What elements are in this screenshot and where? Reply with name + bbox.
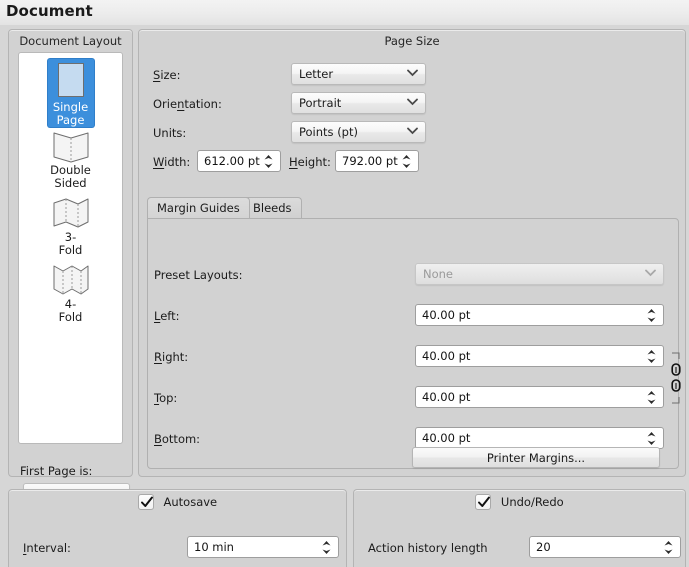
orientation-label: Orientation: <box>153 97 222 111</box>
action-history-length-label: Action history length <box>368 541 488 555</box>
action-history-length-value: 20 <box>536 540 551 554</box>
spinner-arrows-icon[interactable] <box>401 154 412 169</box>
page-title: Document <box>6 2 93 20</box>
chain-link-icon[interactable] <box>668 347 684 409</box>
interval-value: 10 min <box>194 540 234 554</box>
size-select[interactable]: Letter <box>291 63 426 85</box>
autosave-group: Autosave Interval: 10 min <box>8 489 347 567</box>
autosave-label: Autosave <box>164 495 218 509</box>
height-value: 792.00 pt <box>342 154 398 168</box>
spinner-arrows-icon[interactable] <box>663 540 674 555</box>
chevron-down-icon <box>407 98 418 106</box>
margin-top-value: 40.00 pt <box>422 390 470 404</box>
interval-label: Interval: <box>23 541 71 555</box>
check-icon <box>477 495 491 509</box>
undo-redo-label: Undo/Redo <box>501 495 564 509</box>
titlebar: Document <box>0 0 689 25</box>
chevron-down-icon <box>407 69 418 77</box>
layout-item-label: Single Page <box>48 101 94 127</box>
document-layout-list[interactable]: Single Page Double Sided <box>18 52 123 444</box>
four-fold-icon <box>48 263 94 297</box>
page-size-group-title: Page Size <box>139 34 685 48</box>
preset-layouts-select[interactable]: None <box>415 263 664 285</box>
check-icon <box>140 495 154 509</box>
width-value: 612.00 pt <box>204 154 260 168</box>
height-input[interactable]: 792.00 pt <box>335 150 419 172</box>
spinner-arrows-icon[interactable] <box>646 431 657 446</box>
width-label: Width: <box>153 155 190 169</box>
tab-margin-guides[interactable]: Margin Guides <box>147 197 250 218</box>
layout-item-label: Double Sided <box>48 164 94 190</box>
undo-redo-checkbox[interactable]: Undo/Redo <box>354 494 685 510</box>
spinner-arrows-icon[interactable] <box>263 154 274 169</box>
checkbox-box[interactable] <box>138 494 154 510</box>
chevron-down-icon <box>645 269 656 277</box>
margin-top-input[interactable]: 40.00 pt <box>415 386 664 408</box>
interval-input[interactable]: 10 min <box>187 536 339 558</box>
undo-redo-group: Undo/Redo Action history length 20 <box>353 489 686 567</box>
layout-item-single-page[interactable]: Single Page <box>48 59 94 127</box>
size-label: Size: <box>153 68 181 82</box>
margin-right-input[interactable]: 40.00 pt <box>415 345 664 367</box>
checkbox-box[interactable] <box>475 494 491 510</box>
margin-right-label: Right: <box>154 350 188 364</box>
layout-item-label: 4- Fold <box>48 298 94 324</box>
margin-bottom-label: Bottom: <box>154 432 200 446</box>
preset-layouts-value: None <box>423 267 453 281</box>
margin-bottom-value: 40.00 pt <box>422 431 470 445</box>
layout-item-3-fold[interactable]: 3- Fold <box>48 193 94 257</box>
single-page-icon <box>48 62 94 100</box>
layout-item-double-sided[interactable]: Double Sided <box>48 126 94 190</box>
units-value: Points (pt) <box>299 125 358 139</box>
document-layout-group: Document Layout Single Page <box>8 29 133 477</box>
margin-left-value: 40.00 pt <box>422 308 470 322</box>
spinner-arrows-icon[interactable] <box>646 349 657 364</box>
orientation-select[interactable]: Portrait <box>291 92 426 114</box>
tab-bleeds[interactable]: Bleeds <box>243 197 302 218</box>
orientation-value: Portrait <box>299 96 341 110</box>
page-size-group: Page Size Size: Letter Orientation: Port… <box>138 29 686 477</box>
size-value: Letter <box>299 67 333 81</box>
preset-layouts-label: Preset Layouts: <box>154 268 242 282</box>
first-page-label: First Page is: <box>20 464 92 478</box>
tabbar: Margin Guides Bleeds <box>147 197 679 218</box>
layout-item-4-fold[interactable]: 4- Fold <box>48 260 94 324</box>
units-label: Units: <box>153 126 186 140</box>
margin-left-input[interactable]: 40.00 pt <box>415 304 664 326</box>
spinner-arrows-icon[interactable] <box>646 308 657 323</box>
margin-guides-panel: Preset Layouts: None Left: 40.00 pt Righ… <box>147 218 679 469</box>
margin-bottom-input[interactable]: 40.00 pt <box>415 427 664 449</box>
spinner-arrows-icon[interactable] <box>646 390 657 405</box>
units-select[interactable]: Points (pt) <box>291 121 426 143</box>
document-preferences-dialog: Document Document Layout Single Page <box>0 0 689 567</box>
action-history-length-input[interactable]: 20 <box>529 536 681 558</box>
autosave-checkbox[interactable]: Autosave <box>9 494 346 510</box>
layout-item-label: 3- Fold <box>48 231 94 257</box>
document-layout-group-title: Document Layout <box>9 34 132 48</box>
printer-margins-button[interactable]: Printer Margins... <box>412 447 660 468</box>
width-input[interactable]: 612.00 pt <box>197 150 281 172</box>
margin-left-label: Left: <box>154 309 180 323</box>
chevron-down-icon <box>407 127 418 135</box>
height-label: Height: <box>289 155 331 169</box>
three-fold-icon <box>48 196 94 230</box>
margin-top-label: Top: <box>154 391 177 405</box>
double-sided-icon <box>48 129 94 163</box>
margin-right-value: 40.00 pt <box>422 349 470 363</box>
spinner-arrows-icon[interactable] <box>321 540 332 555</box>
